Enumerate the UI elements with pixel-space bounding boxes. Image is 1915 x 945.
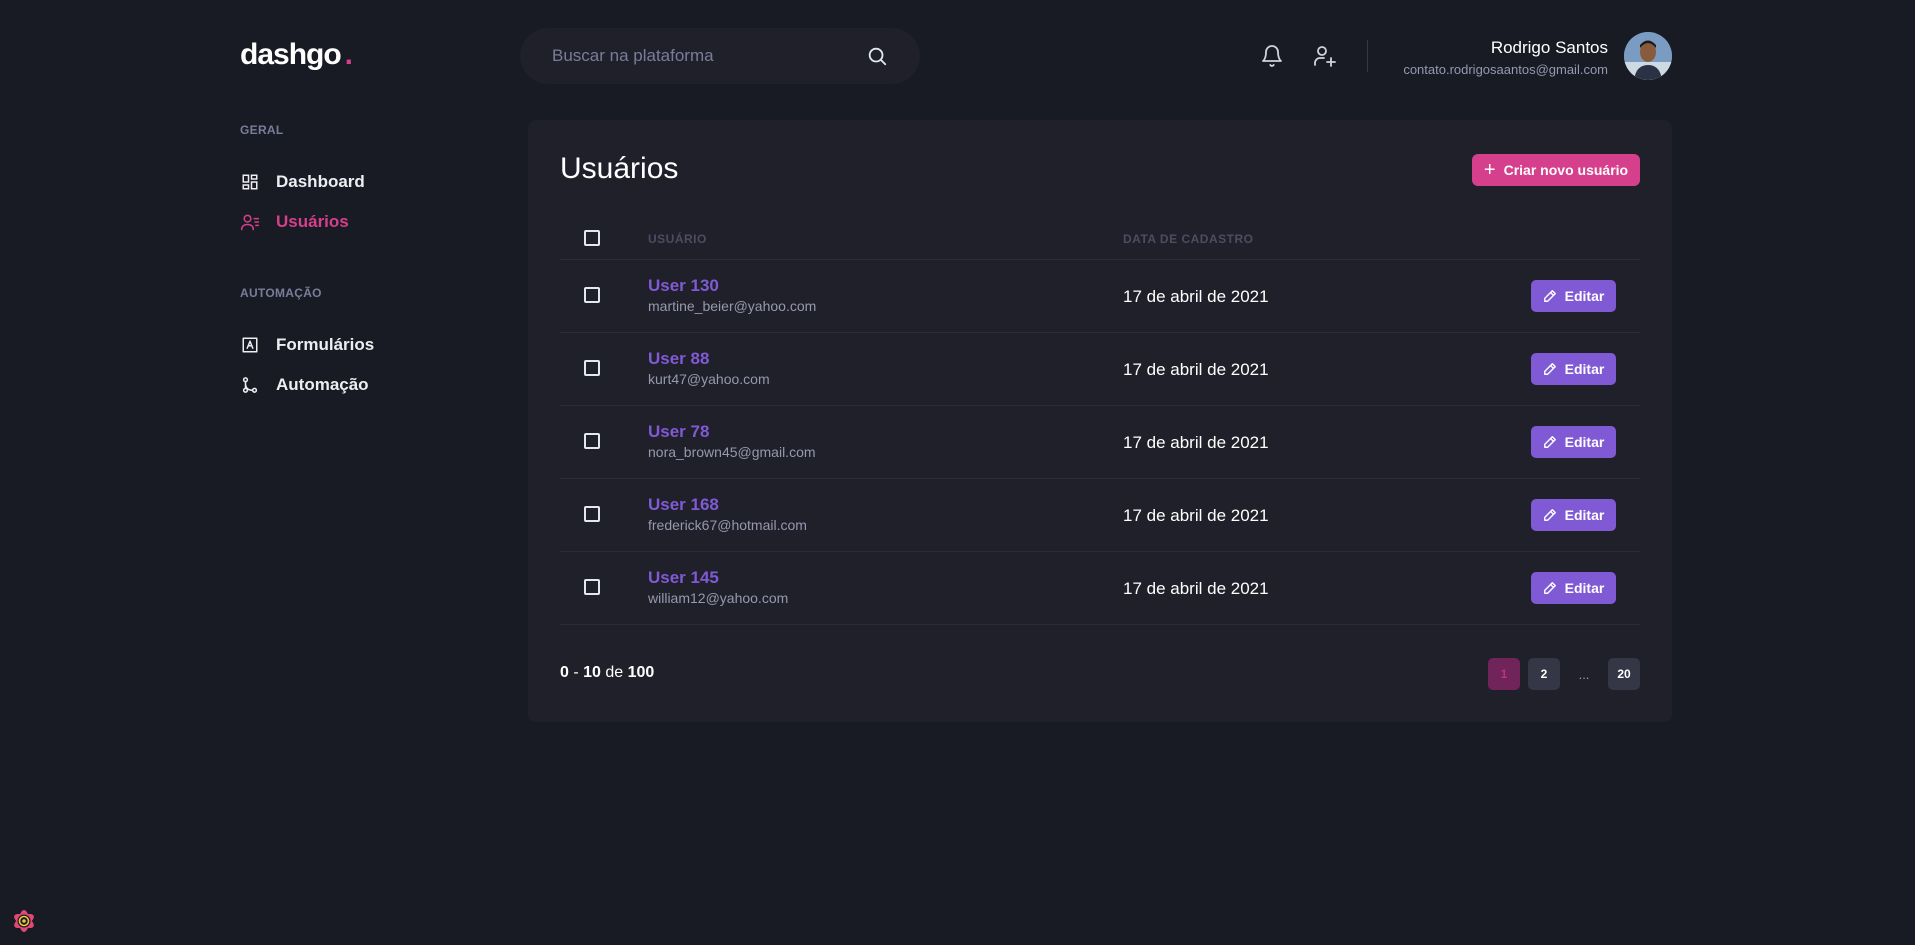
pencil-icon <box>1543 582 1556 594</box>
edit-button[interactable]: Editar <box>1531 572 1616 604</box>
page-button-1[interactable]: 1 <box>1488 658 1520 690</box>
table-row: User 130 martine_beier@yahoo.com 17 de abr… <box>560 260 1640 333</box>
page-button-last[interactable]: 20 <box>1608 658 1640 690</box>
registration-date: 17 de abril de 2021 <box>1123 506 1269 525</box>
profile-email: contato.rodrigosaantos@gmail.com <box>1403 62 1608 77</box>
user-email: nora_brown45@gmail.com <box>648 444 816 460</box>
sidebar-item-formularios[interactable]: Formulários <box>240 333 374 357</box>
sidebar-item-label: Usuários <box>276 212 349 231</box>
range-separator: - <box>568 664 584 681</box>
pagination: 1 2 ... 20 <box>1480 658 1640 690</box>
of-word: de <box>600 664 628 681</box>
sidebar-item-label: Formulários <box>276 335 375 354</box>
section-title-automacao: AUTOMAÇÃO <box>240 286 322 300</box>
edit-label: Editar <box>1564 361 1605 377</box>
pencil-icon <box>1543 509 1556 521</box>
add-user-icon[interactable] <box>1313 44 1337 68</box>
users-icon <box>240 212 260 232</box>
range-total: 100 <box>627 664 655 681</box>
bell-icon[interactable] <box>1260 44 1284 68</box>
column-header-usuario: USUÁRIO <box>648 232 707 246</box>
sidebar-item-label: Automação <box>276 375 369 394</box>
create-user-label: Criar novo usuário <box>1503 162 1629 178</box>
user-email: frederick67@hotmail.com <box>648 517 807 533</box>
table-header: USUÁRIO DATA DE CADASTRO <box>560 216 1640 260</box>
users-card: Usuários + Criar novo usuário USUÁRIO DA… <box>528 120 1672 722</box>
profile-name: Rodrigo Santos <box>1490 38 1608 57</box>
user-name[interactable]: User 168 <box>648 495 719 515</box>
create-user-button[interactable]: + Criar novo usuário <box>1472 154 1640 186</box>
section-title-geral: GERAL <box>240 123 284 137</box>
pencil-icon <box>1543 363 1556 375</box>
registration-date: 17 de abril de 2021 <box>1123 360 1269 379</box>
form-icon <box>240 335 260 355</box>
sidebar-item-dashboard[interactable]: Dashboard <box>240 170 365 194</box>
edit-button[interactable]: Editar <box>1531 353 1616 385</box>
row-checkbox[interactable] <box>584 433 600 449</box>
pagination-ellipsis: ... <box>1578 666 1590 682</box>
row-checkbox[interactable] <box>584 506 600 522</box>
user-email: william12@yahoo.com <box>648 590 789 606</box>
edit-label: Editar <box>1564 580 1605 596</box>
logo-dot: . <box>344 38 353 71</box>
table-row: User 88 kurt47@yahoo.com 17 de abril de 20… <box>560 333 1640 406</box>
select-all-checkbox[interactable] <box>584 230 600 246</box>
search-input[interactable] <box>552 46 866 66</box>
page-title: Usuários <box>560 152 679 185</box>
edit-button[interactable]: Editar <box>1531 280 1616 312</box>
user-email: martine_beier@yahoo.com <box>648 298 817 314</box>
git-merge-icon <box>240 375 260 395</box>
registration-date: 17 de abril de 2021 <box>1123 579 1269 598</box>
header-divider <box>1367 40 1368 72</box>
table-row: User 145 william12@yahoo.com 17 de abril d… <box>560 552 1640 625</box>
avatar-image <box>1624 32 1672 80</box>
avatar[interactable] <box>1624 32 1672 80</box>
edit-button[interactable]: Editar <box>1531 426 1616 458</box>
table-row: User 78 nora_brown45@gmail.com 17 de abril… <box>560 406 1640 479</box>
row-checkbox[interactable] <box>584 579 600 595</box>
dashboard-icon <box>240 172 260 192</box>
edit-label: Editar <box>1564 434 1605 450</box>
edit-label: Editar <box>1564 507 1605 523</box>
edit-button[interactable]: Editar <box>1531 499 1616 531</box>
user-name[interactable]: User 130 <box>648 276 719 296</box>
user-email: kurt47@yahoo.com <box>648 371 770 387</box>
row-checkbox[interactable] <box>584 360 600 376</box>
flower-icon[interactable] <box>6 904 42 938</box>
user-name[interactable]: User 78 <box>648 422 709 442</box>
sidebar-item-usuarios[interactable]: Usuários <box>240 210 349 234</box>
range-start: 0 <box>560 664 569 681</box>
user-name[interactable]: User 145 <box>648 568 719 588</box>
page-button-2[interactable]: 2 <box>1528 658 1560 690</box>
header: dashgo. Rodrigo Santos contato.rodrigosa… <box>0 0 1915 110</box>
search-bar <box>520 28 920 84</box>
registration-date: 17 de abril de 2021 <box>1123 287 1269 306</box>
user-name[interactable]: User 88 <box>648 349 709 369</box>
edit-label: Editar <box>1564 288 1605 304</box>
users-table: USUÁRIO DATA DE CADASTRO User 130 martine… <box>560 216 1640 625</box>
range-end: 10 <box>583 664 601 681</box>
table-row: User 168 frederick67@hotmail.com 17 de abr… <box>560 479 1640 552</box>
plus-icon: + <box>1483 159 1496 181</box>
pencil-icon <box>1543 436 1556 448</box>
pagination-info: 0 - 10 de 100 <box>560 664 654 682</box>
sidebar-item-automacao[interactable]: Automação <box>240 373 369 397</box>
registration-date: 17 de abril de 2021 <box>1123 433 1269 452</box>
pencil-icon <box>1543 290 1556 302</box>
table-body: User 130 martine_beier@yahoo.com 17 de abr… <box>560 260 1640 625</box>
logo-text: dashgo <box>240 38 342 71</box>
column-header-data-cadastro: DATA DE CADASTRO <box>1123 232 1254 246</box>
sidebar-item-label: Dashboard <box>276 172 365 191</box>
search-icon[interactable] <box>866 45 888 67</box>
logo[interactable]: dashgo. <box>240 38 353 72</box>
row-checkbox[interactable] <box>584 287 600 303</box>
